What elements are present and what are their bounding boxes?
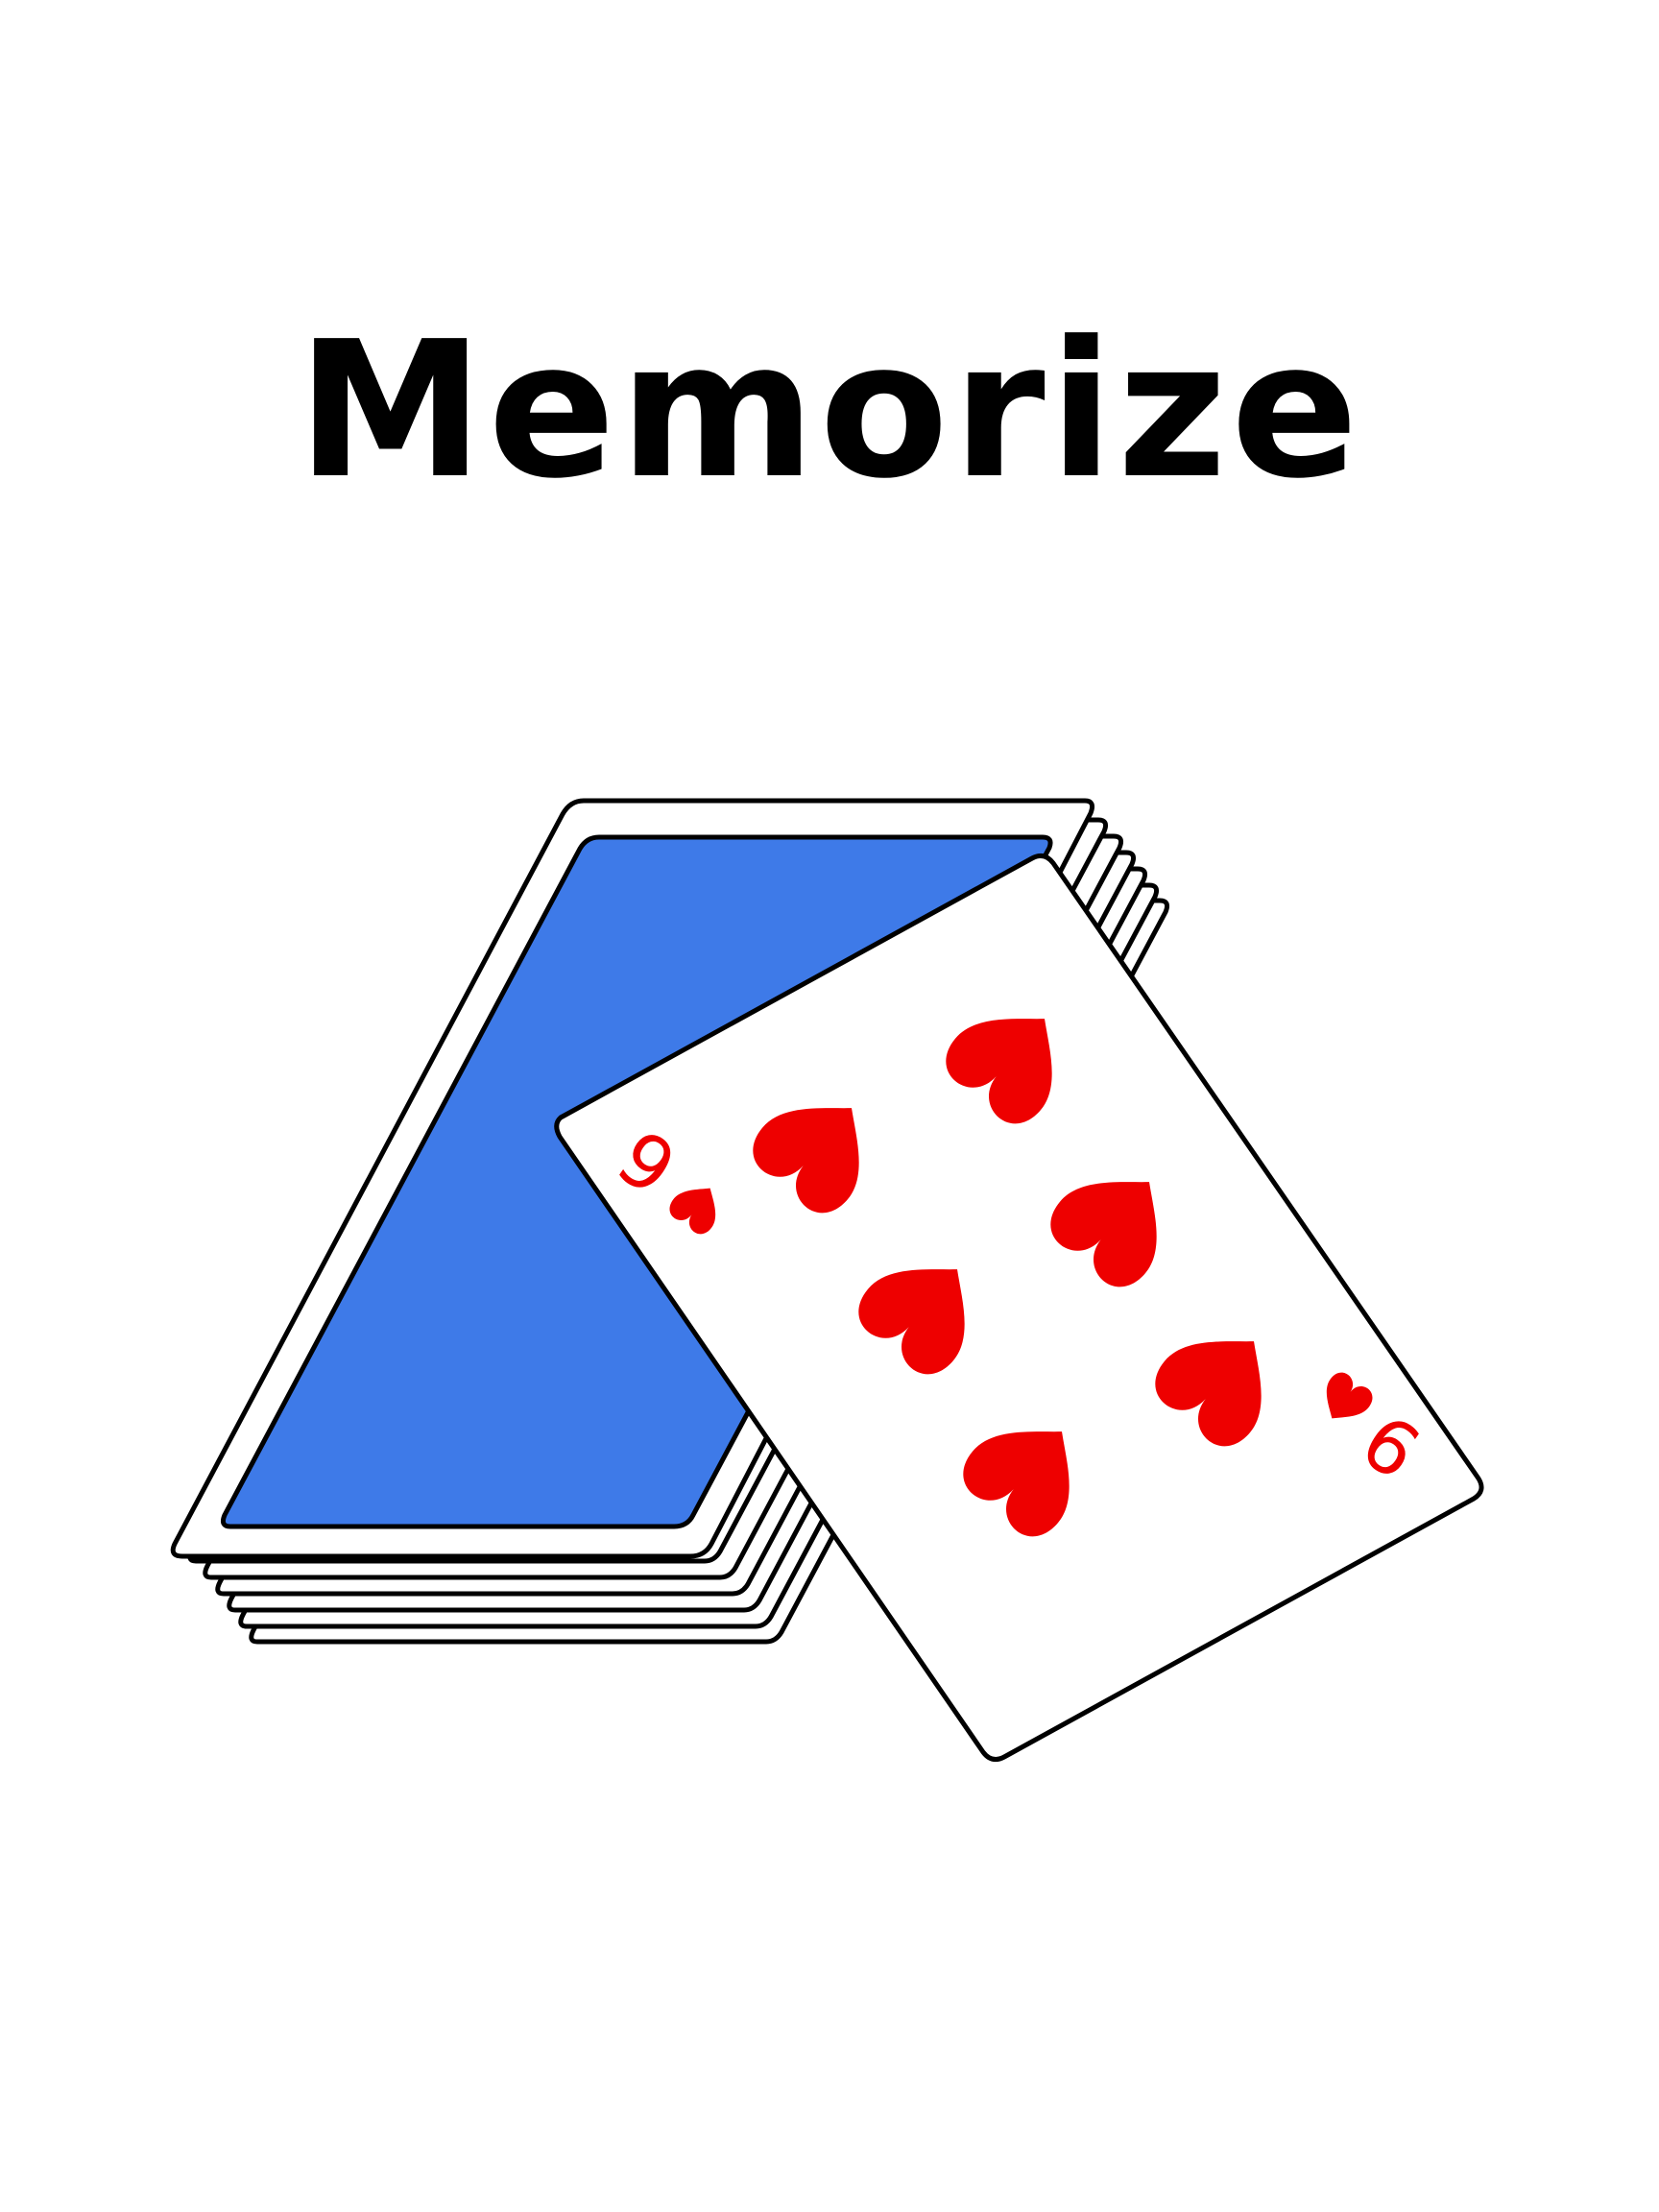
playing-cards-illustration: 6 6 — [170, 798, 1484, 1763]
